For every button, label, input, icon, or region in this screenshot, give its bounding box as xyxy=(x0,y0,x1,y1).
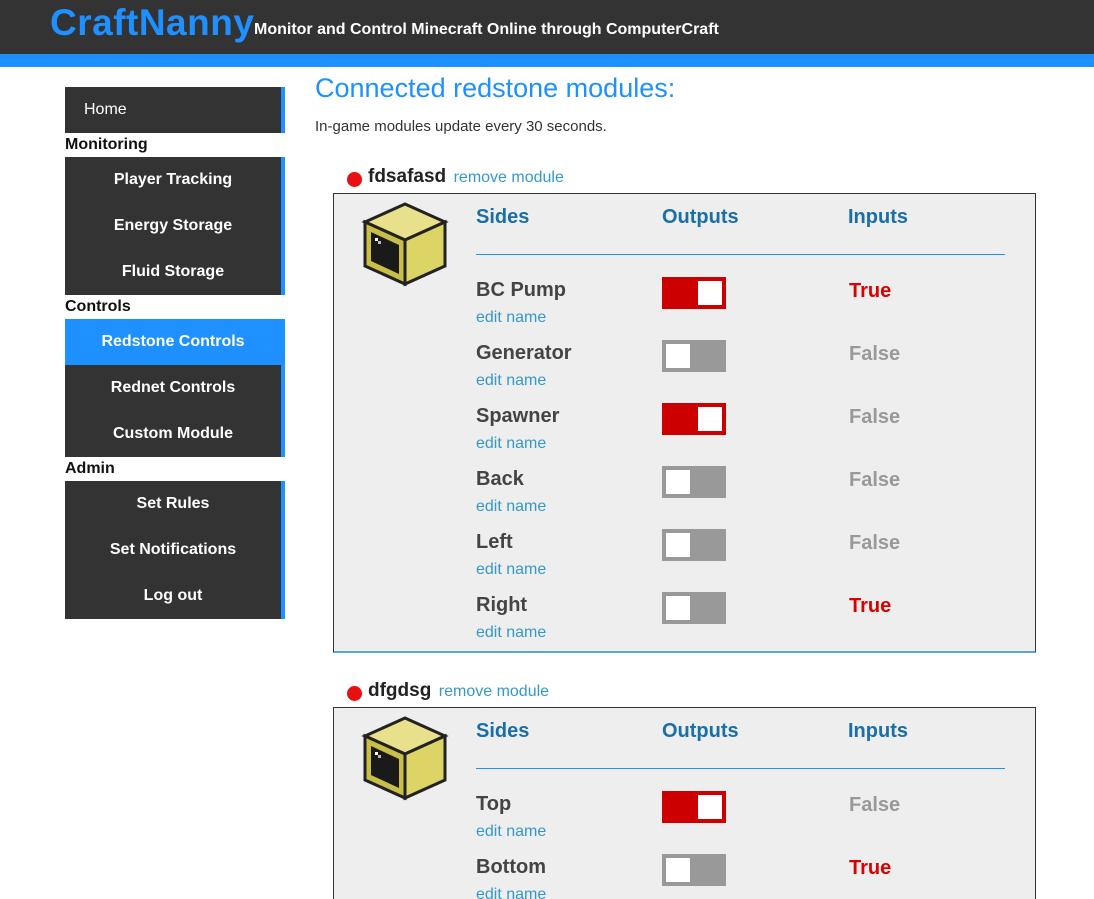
input-state: True xyxy=(849,280,892,302)
side-row: Generator edit name False xyxy=(476,340,1016,405)
redstone-module: fdsafasd remove module Sides Outputs Inp… xyxy=(333,165,1036,653)
edit-name-link[interactable]: edit name xyxy=(476,823,546,841)
toggle-knob xyxy=(666,470,690,494)
module-header: dfgdsg remove module xyxy=(333,679,1036,703)
input-state: True xyxy=(849,595,892,617)
column-header-outputs: Outputs xyxy=(662,206,739,228)
sidebar-item-rednet-controls[interactable]: Rednet Controls xyxy=(65,365,285,411)
module-panel: Sides Outputs Inputs BC Pump edit name T… xyxy=(333,193,1036,653)
toggle-knob xyxy=(698,795,722,819)
page-subtitle: In-game modules update every 30 seconds. xyxy=(315,118,607,135)
sidebar-item-set-rules[interactable]: Set Rules xyxy=(65,481,285,527)
edit-name-link[interactable]: edit name xyxy=(476,372,546,390)
input-state: False xyxy=(849,469,901,491)
output-toggle[interactable] xyxy=(662,854,726,886)
site-tagline: Monitor and Control Minecraft Online thr… xyxy=(254,21,719,38)
sidebar-item-fluid-storage[interactable]: Fluid Storage xyxy=(65,249,285,295)
side-row: Top edit name False xyxy=(476,791,1016,856)
side-name: Generator xyxy=(476,342,572,364)
output-toggle[interactable] xyxy=(662,791,726,823)
edit-name-link[interactable]: edit name xyxy=(476,435,546,453)
redstone-module: dfgdsg remove module Sides Outputs Input… xyxy=(333,679,1036,899)
sidebar-item-home[interactable]: Home xyxy=(65,87,285,133)
section-label-admin: Admin xyxy=(65,460,115,477)
side-name: Right xyxy=(476,594,528,616)
toggle-knob xyxy=(666,344,690,368)
header-divider xyxy=(476,768,1005,769)
side-name: Spawner xyxy=(476,405,560,427)
toggle-knob xyxy=(666,596,690,620)
side-name: Back xyxy=(476,468,524,490)
side-name: Top xyxy=(476,793,512,815)
remove-module-link[interactable]: remove module xyxy=(454,169,564,186)
input-state: False xyxy=(849,406,901,428)
status-dot-icon xyxy=(347,172,362,187)
input-state: False xyxy=(849,532,901,554)
computer-block-icon xyxy=(361,200,449,288)
edit-name-link[interactable]: edit name xyxy=(476,309,546,327)
side-name: Bottom xyxy=(476,856,546,878)
side-row: Right edit name True xyxy=(476,592,1016,657)
output-toggle[interactable] xyxy=(662,529,726,561)
brand-logo[interactable]: CraftNanny xyxy=(50,2,254,44)
side-row: Left edit name False xyxy=(476,529,1016,594)
module-name: dfgdsg xyxy=(368,680,432,701)
sidebar-item-redstone-controls[interactable]: Redstone Controls xyxy=(65,319,285,365)
side-name: BC Pump xyxy=(476,279,566,301)
side-name: Left xyxy=(476,531,513,553)
header-accent-bar xyxy=(0,54,1094,67)
edit-name-link[interactable]: edit name xyxy=(476,624,546,642)
edit-name-link[interactable]: edit name xyxy=(476,561,546,579)
sidebar-item-custom-module[interactable]: Custom Module xyxy=(65,411,285,457)
column-header-inputs: Inputs xyxy=(848,206,908,228)
toggle-knob xyxy=(698,281,722,305)
output-toggle[interactable] xyxy=(662,340,726,372)
status-dot-icon xyxy=(347,686,362,701)
toggle-knob xyxy=(666,533,690,557)
edit-name-link[interactable]: edit name xyxy=(476,498,546,516)
sidebar-item-player-tracking[interactable]: Player Tracking xyxy=(65,157,285,203)
module-panel: Sides Outputs Inputs Top edit name False… xyxy=(333,707,1036,899)
output-toggle[interactable] xyxy=(662,403,726,435)
section-label-monitoring: Monitoring xyxy=(65,136,148,153)
module-name: fdsafasd xyxy=(368,166,447,187)
column-header-outputs: Outputs xyxy=(662,720,739,742)
side-row: Bottom edit name True xyxy=(476,854,1016,899)
column-header-sides: Sides xyxy=(476,206,530,228)
side-row: BC Pump edit name True xyxy=(476,277,1016,342)
side-row: Back edit name False xyxy=(476,466,1016,531)
sidebar-item-energy-storage[interactable]: Energy Storage xyxy=(65,203,285,249)
column-header-inputs: Inputs xyxy=(848,720,908,742)
edit-name-link[interactable]: edit name xyxy=(476,886,546,899)
section-label-controls: Controls xyxy=(65,298,131,315)
page-title: Connected redstone modules: xyxy=(315,73,676,103)
side-row: Spawner edit name False xyxy=(476,403,1016,468)
toggle-knob xyxy=(666,858,690,882)
column-header-sides: Sides xyxy=(476,720,530,742)
sidebar-item-set-notifications[interactable]: Set Notifications xyxy=(65,527,285,573)
computer-block-icon xyxy=(361,714,449,802)
output-toggle[interactable] xyxy=(662,592,726,624)
input-state: True xyxy=(849,857,892,879)
output-toggle[interactable] xyxy=(662,277,726,309)
header-divider xyxy=(476,254,1005,255)
module-header: fdsafasd remove module xyxy=(333,165,1036,189)
toggle-knob xyxy=(698,407,722,431)
main-content: Connected redstone modules: In-game modu… xyxy=(315,70,1075,135)
sidebar-nav: Home Monitoring Player Tracking Energy S… xyxy=(65,87,285,619)
remove-module-link[interactable]: remove module xyxy=(439,683,549,700)
sidebar-item-log-out[interactable]: Log out xyxy=(65,573,285,619)
output-toggle[interactable] xyxy=(662,466,726,498)
input-state: False xyxy=(849,343,901,365)
input-state: False xyxy=(849,794,901,816)
site-header: CraftNanny Monitor and Control Minecraft… xyxy=(0,0,1094,67)
